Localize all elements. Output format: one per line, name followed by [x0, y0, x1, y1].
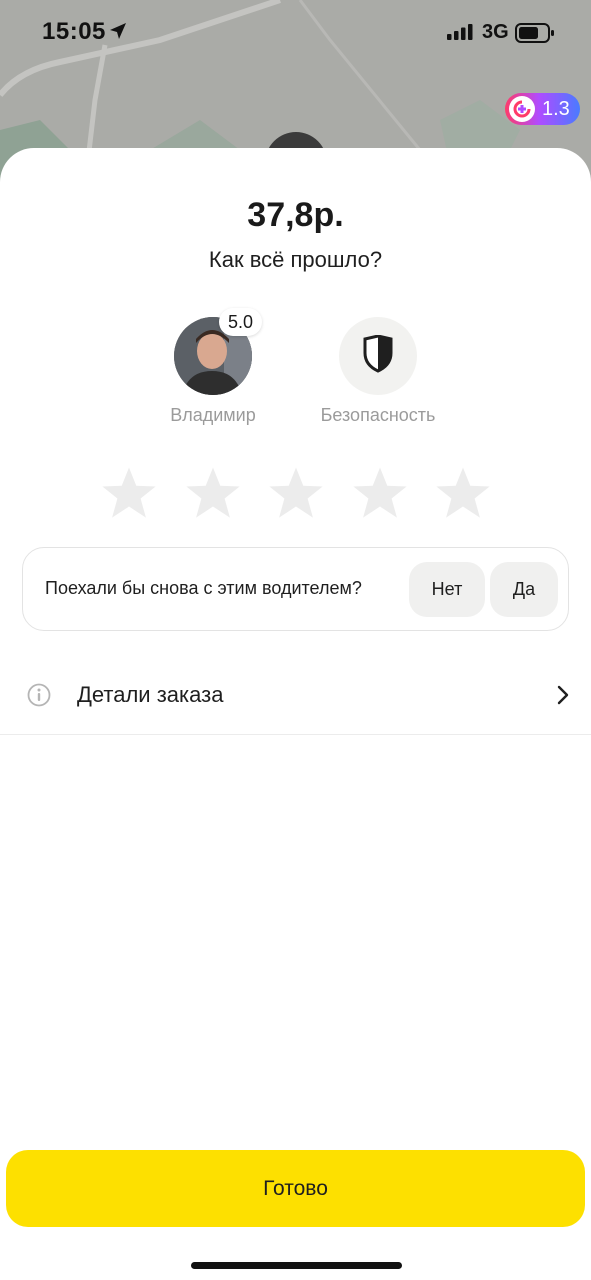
order-details-row[interactable]: Детали заказа [0, 656, 591, 735]
battery-icon [515, 23, 555, 48]
chevron-right-icon [556, 684, 570, 711]
rating-stars [100, 464, 492, 522]
ride-question: Как всё прошло? [208, 247, 383, 272]
safety-label: Безопасность [320, 405, 436, 425]
no-button[interactable]: Нет [409, 562, 485, 617]
ride-price: 37,8р. [247, 196, 344, 234]
plus-cashback-icon [509, 96, 535, 122]
ride-again-card: Поехали бы снова с этим водителем? Нет Д… [22, 547, 569, 631]
signal-bars-icon [447, 24, 473, 45]
star-2-icon[interactable] [184, 464, 242, 522]
location-arrow-icon [108, 21, 128, 46]
star-3-icon[interactable] [267, 464, 325, 522]
plus-cashback-value: 1.3 [542, 97, 570, 120]
star-5-icon[interactable] [434, 464, 492, 522]
home-indicator [191, 1262, 402, 1269]
star-1-icon[interactable] [100, 464, 158, 522]
shield-icon [362, 333, 394, 378]
plus-cashback-badge[interactable]: 1.3 [505, 93, 580, 125]
yes-button[interactable]: Да [490, 562, 558, 617]
star-4-icon[interactable] [351, 464, 409, 522]
status-time: 15:05 [42, 18, 106, 45]
status-bar: 15:05 3G [0, 0, 591, 66]
driver-name: Владимир [170, 405, 256, 425]
order-details-label: Детали заказа [77, 682, 224, 707]
done-button[interactable]: Готово [6, 1150, 585, 1227]
safety-button[interactable] [339, 317, 417, 395]
info-icon [27, 683, 51, 712]
network-type: 3G [482, 21, 509, 43]
ride-again-question: Поехали бы снова с этим водителем? [45, 578, 362, 598]
driver-rating-badge: 5.0 [219, 308, 263, 336]
